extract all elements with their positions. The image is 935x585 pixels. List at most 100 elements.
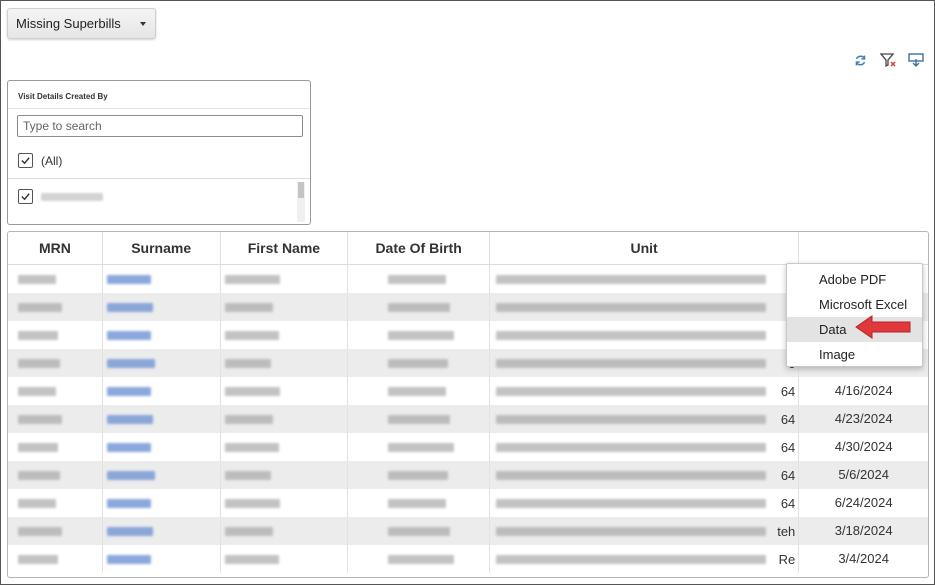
surname-cell[interactable] (103, 545, 221, 573)
export-menu-item[interactable]: Adobe PDF (787, 267, 922, 292)
unit-text: Re (778, 552, 796, 567)
mrn-cell (8, 265, 103, 293)
mrn-cell (8, 489, 103, 517)
report-select-label: Missing Superbills (16, 16, 121, 31)
unit-cell: 64 (490, 405, 800, 433)
date-cell: 6/24/2024 (834, 495, 893, 510)
mrn-cell (8, 405, 103, 433)
filter-clear-icon[interactable] (879, 51, 897, 69)
surname-cell[interactable] (103, 293, 221, 321)
unit-cell: 64 (490, 433, 800, 461)
surname-cell[interactable] (103, 489, 221, 517)
unit-cell: 64 (490, 377, 800, 405)
first-name-cell (221, 293, 349, 321)
date-of-birth-cell (348, 405, 490, 433)
mrn-cell (8, 321, 103, 349)
unit-text: 64 (780, 468, 796, 483)
export-menu-item[interactable]: Image (787, 342, 922, 367)
unit-cell: Re (490, 545, 800, 573)
actions-column-header[interactable] (799, 232, 928, 264)
filter-option-user[interactable] (18, 189, 103, 204)
mrn-cell (8, 377, 103, 405)
date-of-birth-cell (348, 293, 490, 321)
unit-text: 64 (780, 496, 796, 511)
surname-cell[interactable] (103, 461, 221, 489)
refresh-icon[interactable] (851, 51, 869, 69)
mrn-cell (8, 349, 103, 377)
unit-text: 64 (780, 384, 796, 399)
divider (8, 178, 310, 179)
first-name-cell (221, 517, 349, 545)
column-header[interactable]: Unit (490, 232, 800, 264)
surname-cell[interactable] (103, 517, 221, 545)
pointer-arrow-icon (855, 315, 911, 339)
date-of-birth-cell (348, 265, 490, 293)
visit-details-filter-panel: Visit Details Created By (All) (7, 80, 311, 225)
date-of-birth-cell (348, 321, 490, 349)
first-name-cell (221, 265, 349, 293)
surname-cell[interactable] (103, 433, 221, 461)
column-header[interactable]: Surname (103, 232, 221, 264)
date-of-birth-cell (348, 517, 490, 545)
surname-cell[interactable] (103, 377, 221, 405)
filter-option-all-label: (All) (41, 153, 63, 168)
first-name-cell (221, 433, 349, 461)
surname-cell[interactable] (103, 349, 221, 377)
first-name-cell (221, 489, 349, 517)
date-of-birth-cell (348, 433, 490, 461)
date-of-birth-cell (348, 545, 490, 573)
mrn-cell (8, 461, 103, 489)
table-row[interactable]: 64 4/30/2024 (8, 433, 928, 461)
unit-cell: teh (490, 517, 800, 545)
unit-cell: n (490, 293, 800, 321)
first-name-cell (221, 405, 349, 433)
surname-cell[interactable] (103, 405, 221, 433)
filter-search-input[interactable] (17, 115, 303, 137)
date-cell: 5/6/2024 (838, 467, 889, 482)
unit-cell: n (490, 265, 800, 293)
export-icon[interactable] (907, 51, 925, 69)
chevron-down-icon (140, 22, 146, 26)
first-name-cell (221, 349, 349, 377)
surname-cell[interactable] (103, 321, 221, 349)
surname-cell[interactable] (103, 265, 221, 293)
date-of-birth-cell (348, 461, 490, 489)
checkbox-checked-icon[interactable] (18, 189, 33, 204)
mrn-cell (8, 433, 103, 461)
filter-panel-title: Visit Details Created By (18, 92, 108, 101)
checkbox-checked-icon[interactable] (18, 153, 33, 168)
first-name-cell (221, 461, 349, 489)
grid-header: MRN Surname First Name Date Of Birth Unit (8, 232, 928, 265)
unit-text: 64 (780, 412, 796, 427)
unit-text: 64 (780, 440, 796, 455)
mrn-cell (8, 545, 103, 573)
date-cell: 4/23/2024 (834, 411, 893, 426)
date-of-birth-cell (348, 349, 490, 377)
date-of-birth-cell (348, 377, 490, 405)
date-cell: 3/18/2024 (834, 523, 893, 538)
mrn-cell (8, 517, 103, 545)
column-header[interactable]: First Name (221, 232, 349, 264)
unit-cell: n (490, 321, 800, 349)
report-select-dropdown[interactable]: Missing Superbills (7, 8, 156, 39)
table-row[interactable]: 64 4/23/2024 (8, 405, 928, 433)
first-name-cell (221, 321, 349, 349)
column-header[interactable]: MRN (8, 232, 103, 264)
redacted-user-name (41, 192, 103, 201)
first-name-cell (221, 377, 349, 405)
divider (8, 108, 310, 109)
unit-cell: 64 (490, 489, 800, 517)
table-row[interactable]: 64 5/6/2024 (8, 461, 928, 489)
unit-cell: 6 (490, 349, 800, 377)
table-row[interactable]: teh 3/18/2024 (8, 517, 928, 545)
date-of-birth-cell (348, 489, 490, 517)
table-row[interactable]: 64 6/24/2024 (8, 489, 928, 517)
filter-list-scrollbar[interactable] (297, 182, 305, 222)
top-toolbar (851, 51, 925, 69)
first-name-cell (221, 545, 349, 573)
unit-text: teh (777, 524, 796, 539)
column-header[interactable]: Date Of Birth (348, 232, 490, 264)
table-row[interactable]: Re 3/4/2024 (8, 545, 928, 573)
filter-option-all[interactable]: (All) (18, 153, 62, 168)
table-row[interactable]: 64 4/16/2024 (8, 377, 928, 405)
